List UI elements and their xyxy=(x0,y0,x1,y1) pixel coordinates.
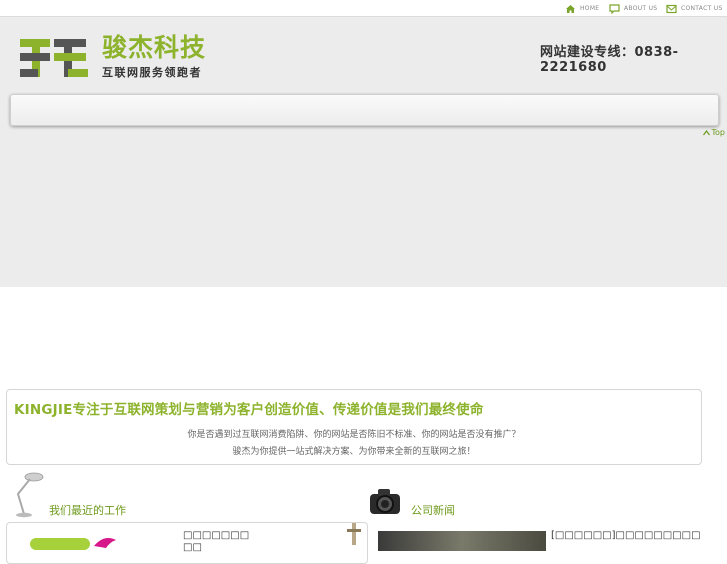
brand-slogan: 互联网服务领跑者 xyxy=(102,66,202,79)
top-bar: HOME ABOUT US CONTACT US xyxy=(0,0,727,17)
news-item-title[interactable]: [□□□□□□]□□□□□□□□□ xyxy=(551,530,701,541)
arrow-up-icon xyxy=(702,129,710,135)
mission-panel: KINGJIE专注于互联网策划与营销为客户创造价值、传递价值是我们最终使命 你是… xyxy=(6,389,702,465)
home-link[interactable]: HOME xyxy=(565,3,599,14)
about-link-label: ABOUT US xyxy=(624,5,658,12)
contact-link[interactable]: CONTACT US xyxy=(666,3,723,14)
mission-line-2: 骏杰为你提供一站式解决方案、为你带来全新的互联网之旅！ xyxy=(232,447,476,457)
company-news-heading: 公司新闻 xyxy=(411,504,455,517)
about-link[interactable]: ABOUT US xyxy=(609,3,657,14)
chat-icon xyxy=(609,3,620,14)
contact-link-label: CONTACT US xyxy=(681,5,723,12)
camera-icon xyxy=(370,489,400,514)
desk-lamp-icon xyxy=(16,472,44,518)
recent-work-heading: 我们最近的工作 xyxy=(49,504,126,517)
work-item-title[interactable]: □□□□□□□ xyxy=(183,530,249,541)
hotline-text: 网站建设专线：0838-2221680 xyxy=(540,45,679,75)
work-thumbnail[interactable] xyxy=(30,532,125,550)
back-to-top-link[interactable]: Top xyxy=(702,128,726,137)
home-icon xyxy=(566,4,575,13)
work-decoration-icon xyxy=(347,523,361,545)
news-thumbnail[interactable] xyxy=(378,531,546,551)
work-item-subtitle: □□ xyxy=(183,542,202,553)
back-to-top-label: Top xyxy=(711,128,726,137)
brand-name: 骏杰科技 xyxy=(102,33,207,62)
mail-icon xyxy=(666,4,677,13)
company-logo[interactable] xyxy=(18,36,90,80)
mission-title: KINGJIE专注于互联网策划与营销为客户创造价值、传递价值是我们最终使命 xyxy=(14,402,484,418)
mission-line-1: 你是否遇到过互联网消费陷阱、你的网站是否陈旧不标准、你的网站是否没有推广？ xyxy=(187,430,521,440)
home-link-label: HOME xyxy=(580,5,600,12)
main-navigation-bar[interactable] xyxy=(10,94,719,126)
